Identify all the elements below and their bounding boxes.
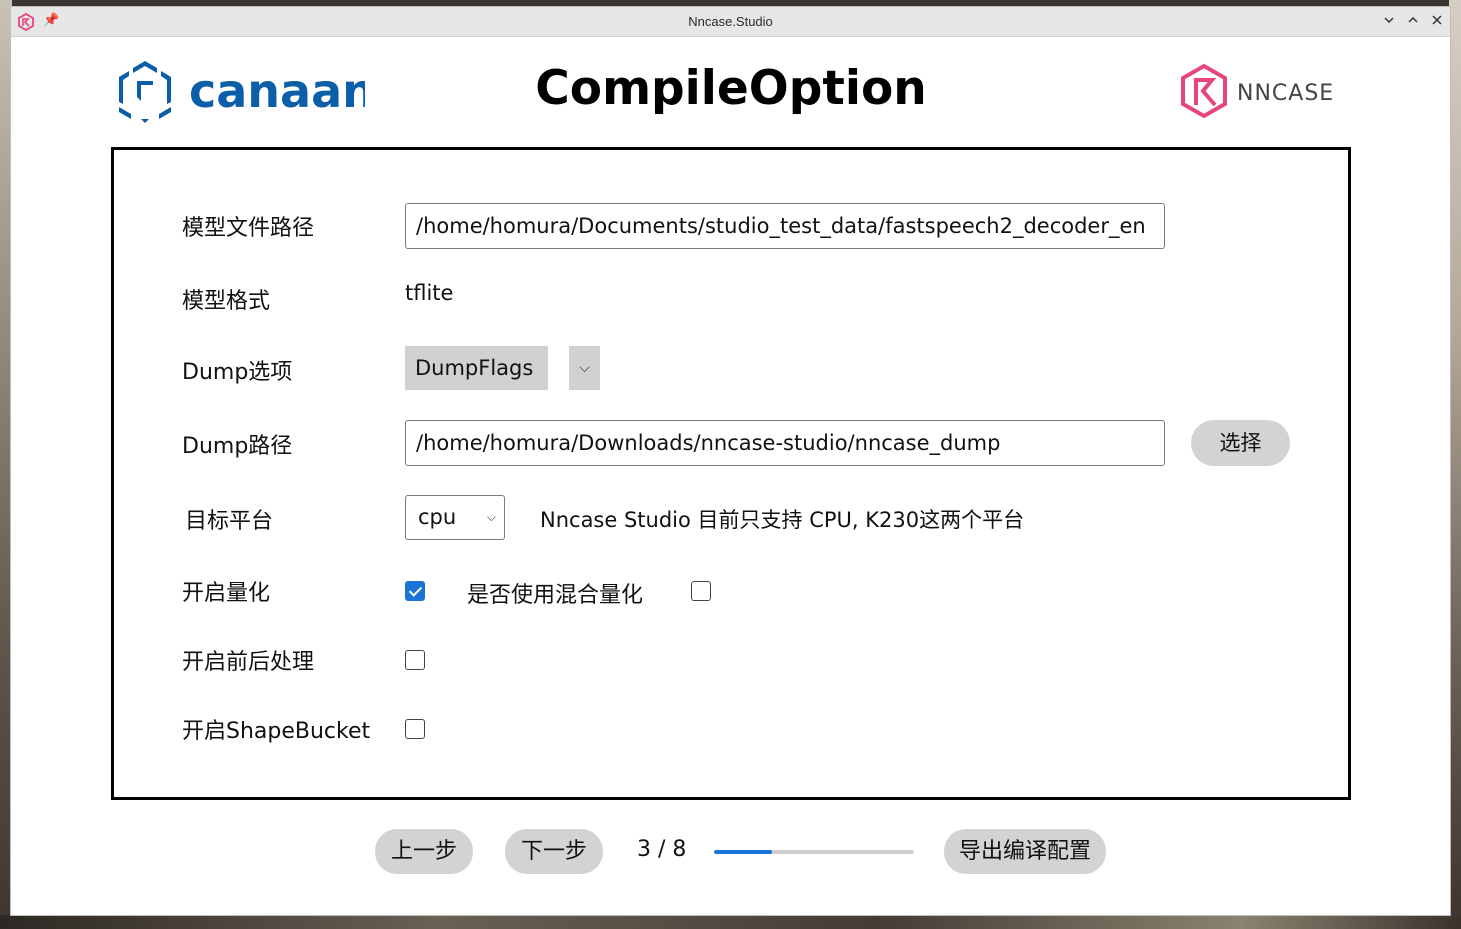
pre-post-process-label: 开启前后处理 [182,650,315,675]
window-title: Nncase.Studio [688,14,773,29]
model-path-input[interactable]: /home/homura/Documents/studio_test_data/… [405,203,1165,249]
page-indicator: 3 / 8 [637,837,687,862]
chevron-down-icon [1384,17,1394,24]
nncase-logo-text: NNCASE [1237,81,1334,106]
model-format-value: tflite [405,281,454,305]
compile-option-panel: 模型文件路径 /home/homura/Documents/studio_tes… [111,147,1351,800]
title-bar[interactable]: 📌 Nncase.Studio [11,7,1450,37]
close-icon [1432,15,1442,25]
quant-checkbox[interactable] [405,581,425,601]
quant-label: 开启量化 [182,581,271,606]
next-step-button[interactable]: 下一步 [505,829,603,874]
minimize-button[interactable] [1379,12,1399,32]
target-platform-value: cpu [418,505,457,529]
dump-flags-select[interactable]: DumpFlags [405,346,548,390]
prev-step-button[interactable]: 上一步 [375,829,473,874]
mixed-quant-label: 是否使用混合量化 [467,583,644,608]
pre-post-process-checkbox[interactable] [405,650,425,670]
close-button[interactable] [1427,12,1447,32]
model-format-label: 模型格式 [182,289,271,314]
dump-path-input[interactable]: /home/homura/Downloads/nncase-studio/nnc… [405,420,1165,466]
target-platform-note: Nncase Studio 目前只支持 CPU, K230这两个平台 [540,508,1025,532]
chevron-up-icon [1408,16,1418,23]
canaan-brand-text: canaan [189,64,365,118]
maximize-button[interactable] [1403,12,1423,32]
export-config-button[interactable]: 导出编译配置 [944,829,1106,874]
chevron-down-icon: ⌵ [486,510,496,524]
progress-fill [714,850,772,854]
page-title: CompileOption [535,61,927,116]
target-platform-label: 目标平台 [185,509,274,534]
desktop-background-bottom [0,915,1461,929]
chevron-down-icon: ⌵ [579,360,590,376]
target-platform-select[interactable]: cpu ⌵ [405,495,505,540]
dump-flags-dropdown-button[interactable]: ⌵ [569,346,600,390]
model-path-label: 模型文件路径 [182,216,315,241]
shape-bucket-checkbox[interactable] [405,719,425,739]
dump-option-label: Dump选项 [182,360,293,385]
progress-bar [714,850,914,854]
app-window: 📌 Nncase.Studio canaan CompileOption NNC… [10,6,1451,916]
select-dump-path-button[interactable]: 选择 [1191,420,1290,466]
nncase-logo: NNCASE [1179,63,1349,121]
dump-path-label: Dump路径 [182,434,293,459]
shape-bucket-label: 开启ShapeBucket [182,719,371,744]
canaan-logo: canaan [115,59,375,125]
mixed-quant-checkbox[interactable] [691,581,711,601]
